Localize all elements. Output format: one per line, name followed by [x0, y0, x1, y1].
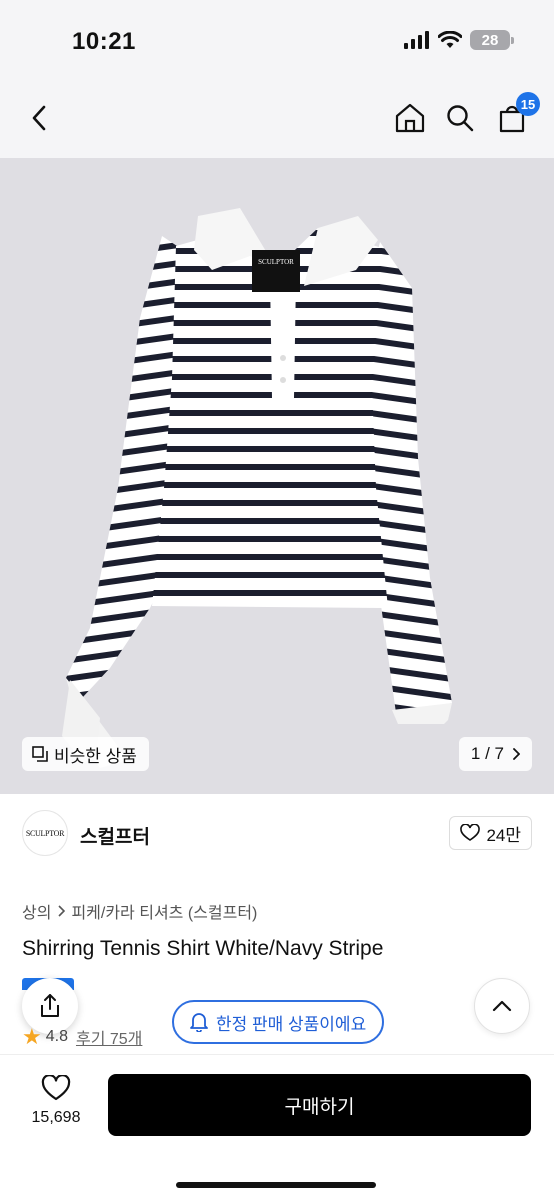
status-icons: 28 [404, 30, 514, 50]
back-button[interactable] [22, 100, 58, 136]
product-page: 10:21 28 15 SCULPTOR 비슷한 상품 1 / 7 SCULPT… [0, 0, 554, 1200]
wishlist-button[interactable]: 15,698 [24, 1075, 88, 1127]
breadcrumb-category[interactable]: 피케/카라 티셔츠 (스컬프터) [71, 899, 257, 923]
product-title: Shirring Tennis Shirt White/Navy Stripe [22, 937, 384, 960]
share-icon [41, 994, 59, 1017]
heart-icon [460, 824, 481, 841]
rating-value: 4.8 [45, 1028, 68, 1045]
cart-count-badge: 15 [516, 92, 540, 116]
image-pager-count: 1 / 7 [470, 744, 504, 763]
limited-sale-banner[interactable]: 한정 판매 상품이에요 [172, 1000, 385, 1044]
striped-shirt-image [62, 208, 452, 768]
garment-label: SCULPTOR [258, 258, 294, 266]
home-indicator [176, 1182, 376, 1188]
limited-sale-label: 한정 판매 상품이에요 [216, 1014, 367, 1034]
cart-button[interactable]: 15 [494, 92, 540, 136]
scroll-top-button[interactable] [474, 978, 530, 1034]
home-icon [395, 103, 425, 133]
top-navigation: 15 [0, 80, 554, 158]
stacked-squares-icon [32, 746, 48, 762]
home-button[interactable] [392, 100, 428, 136]
reviews-link[interactable]: 후기 75개 [76, 1025, 142, 1049]
similar-products-button[interactable]: 비슷한 상품 [22, 737, 149, 771]
search-button[interactable] [442, 100, 478, 136]
bell-icon [190, 1013, 208, 1032]
brand-name[interactable]: 스컬프터 [80, 822, 150, 849]
bottom-action-bar: 15,698 구매하기 [0, 1054, 554, 1200]
status-bar: 10:21 28 [0, 0, 554, 80]
chevron-right-icon [513, 748, 520, 760]
chevron-up-icon [492, 1000, 512, 1012]
heart-icon [41, 1075, 71, 1101]
similar-products-label: 비슷한 상품 [54, 746, 137, 766]
image-pager[interactable]: 1 / 7 [458, 737, 532, 771]
rating-row: ★ 4.8 후기 75개 [22, 1025, 142, 1049]
wishlist-count: 15,698 [31, 1109, 81, 1126]
product-image[interactable]: SCULPTOR 비슷한 상품 1 / 7 [0, 158, 554, 794]
brand-row: SCULPTOR 스컬프터 24만 [22, 808, 532, 858]
brand-like-count: 24만 [486, 825, 521, 845]
brand-logo[interactable]: SCULPTOR [22, 810, 68, 856]
chevron-left-icon [32, 105, 46, 131]
breadcrumb: 상의 피케/카라 티셔츠 (스컬프터) [22, 899, 257, 923]
signal-icon [404, 31, 429, 49]
status-time: 10:21 [72, 28, 136, 55]
chevron-right-icon [58, 905, 66, 917]
buy-button[interactable]: 구매하기 [108, 1074, 531, 1136]
breadcrumb-root[interactable]: 상의 [22, 899, 51, 923]
brand-like-button[interactable]: 24만 [449, 816, 532, 850]
star-icon: ★ [22, 1024, 42, 1049]
wifi-icon [438, 31, 462, 48]
search-icon [447, 105, 474, 132]
battery-icon: 28 [470, 30, 514, 50]
